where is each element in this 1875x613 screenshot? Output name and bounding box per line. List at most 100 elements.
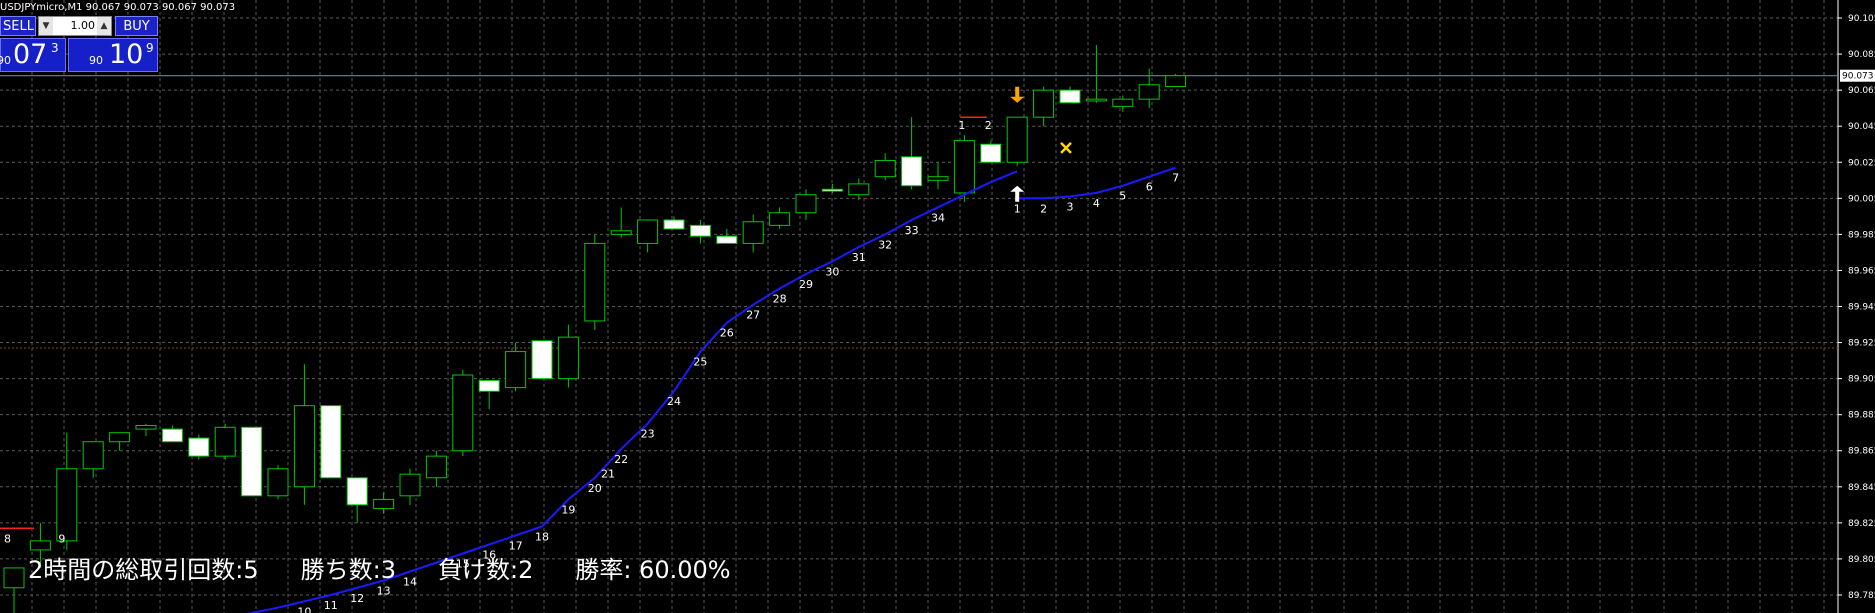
- y-tick-label: 89.865: [1848, 447, 1875, 457]
- candle-bearish: [188, 437, 210, 457]
- y-tick-label: 90.065: [1848, 86, 1875, 96]
- candle-bullish: [953, 140, 975, 194]
- y-tick-label: 90.005: [1848, 194, 1875, 204]
- lot-increase-icon[interactable]: ▲: [97, 17, 111, 35]
- sell-price-big: 07: [13, 39, 48, 70]
- stats-winrate: 勝率: 60.00%: [575, 556, 731, 584]
- ma-count-label: 19: [561, 503, 575, 516]
- lot-size-field[interactable]: ▼ 1.00 ▲: [38, 16, 112, 36]
- y-tick-label: 89.925: [1848, 339, 1875, 349]
- ma-count-label: 24: [667, 395, 681, 408]
- close-cross-icon: [1060, 141, 1072, 154]
- candle-bullish: [1165, 75, 1187, 88]
- candle-bullish: [399, 473, 421, 497]
- y-tick-label: 89.965: [1848, 266, 1875, 276]
- candle-bullish: [135, 424, 157, 430]
- ma-count-label: 26: [720, 327, 734, 340]
- ma-count-label: 27: [746, 309, 760, 322]
- candle-bullish: [610, 230, 632, 235]
- candle-bullish: [29, 540, 51, 551]
- up-arrow-icon: [1010, 185, 1025, 202]
- candle-bullish: [557, 336, 579, 380]
- candle-bearish: [241, 426, 263, 497]
- candle-bearish: [161, 428, 183, 443]
- ma-count-label: 34: [931, 211, 945, 224]
- candle-bullish: [214, 426, 236, 457]
- ma-count-label: 22: [614, 453, 628, 466]
- y-tick-label: 90.025: [1848, 158, 1875, 168]
- candle-bearish: [689, 224, 711, 237]
- left-count-label: 9: [58, 532, 65, 545]
- ma-count-label: 10: [297, 605, 311, 613]
- current-price-label: 90.073: [1842, 72, 1874, 82]
- candle-bearish: [320, 405, 342, 479]
- left-count-label: 8: [4, 532, 11, 545]
- buy-price-sup: 9: [146, 41, 154, 55]
- ma-count-label: 32: [878, 238, 892, 251]
- stats-losses: 負け数:2: [437, 556, 534, 584]
- candle-bullish: [1006, 116, 1028, 163]
- candle-bullish: [584, 242, 606, 322]
- ma-count-label: 11: [324, 599, 338, 612]
- ma2-count-label: 5: [1119, 190, 1126, 203]
- ma2-count-label: 7: [1172, 172, 1179, 185]
- y-tick-label: 89.905: [1848, 375, 1875, 385]
- ma2-count-label: 3: [1067, 201, 1074, 214]
- candle-bullish: [82, 441, 104, 470]
- candle-bullish: [637, 219, 659, 244]
- candle-bullish: [927, 176, 949, 181]
- sell-price-box[interactable]: 90 07 3: [0, 38, 66, 72]
- candle-bearish: [663, 219, 685, 230]
- buy-price-prefix: 90: [89, 54, 103, 67]
- down-arrow-icon: [1010, 86, 1025, 103]
- trade-stats: 2時間の総取引回数:5 勝ち数:3 負け数:2 勝率: 60.00%: [28, 550, 773, 585]
- candle-bearish: [531, 340, 553, 380]
- ma2-count-label: 6: [1146, 181, 1153, 194]
- y-tick-label: 89.825: [1848, 519, 1875, 529]
- ma2-count-label: 4: [1093, 197, 1100, 210]
- lot-decrease-icon[interactable]: ▼: [39, 17, 53, 35]
- candle-bullish: [505, 351, 527, 389]
- ma-count-label: 23: [641, 428, 655, 441]
- buy-price-box[interactable]: 90 10 9: [68, 38, 158, 72]
- lot-value[interactable]: 1.00: [55, 17, 96, 35]
- ma-count-label: 29: [799, 278, 813, 291]
- ma-count-label: 12: [350, 592, 364, 605]
- y-tick-label: 89.985: [1848, 230, 1875, 240]
- candle-bullish: [56, 468, 78, 542]
- stats-wins: 勝ち数:3: [300, 556, 396, 584]
- candle-bullish: [874, 159, 896, 178]
- y-tick-label: 90.105: [1848, 14, 1875, 24]
- ma-count-label: 21: [601, 467, 615, 480]
- ma-count-label: 20: [588, 482, 602, 495]
- candle-bullish: [3, 567, 25, 589]
- candle-bullish: [795, 194, 817, 214]
- buy-price-big: 10: [109, 39, 144, 70]
- one-click-trading-panel: SELL ▼ 1.00 ▲ BUY 90 07 3 90 10 9: [0, 16, 158, 73]
- ma-count-label: 30: [825, 265, 839, 278]
- price-chart[interactable]: 90.105 90.085 90.065 90.045 90.025 90.005 89.9…: [0, 0, 1875, 613]
- candle-bullish: [742, 221, 764, 244]
- candle-bullish: [452, 374, 474, 452]
- candle-bearish: [1059, 89, 1081, 104]
- ma-count-label: 13: [377, 585, 391, 598]
- sell-button[interactable]: SELL: [0, 16, 36, 36]
- ma-count-label: 33: [905, 224, 919, 237]
- candle-bearish: [901, 156, 923, 187]
- candle-bearish: [346, 477, 368, 506]
- y-tick-label: 89.845: [1848, 483, 1875, 493]
- stats-total: 2時間の総取引回数:5: [28, 556, 259, 584]
- ma-count-label: 28: [773, 292, 787, 305]
- segment-count-label: 1: [958, 119, 965, 132]
- candle-bullish: [1085, 98, 1107, 102]
- y-tick-label: 89.785: [1848, 591, 1875, 601]
- buy-button[interactable]: BUY: [115, 16, 158, 36]
- candle-bullish: [848, 183, 870, 196]
- candle-bullish: [267, 468, 289, 497]
- candle-bullish: [425, 455, 447, 479]
- ma-count-label: 31: [852, 251, 866, 264]
- candle-bearish: [821, 188, 843, 192]
- candle-bullish: [1112, 98, 1134, 107]
- candle-bullish: [293, 405, 315, 488]
- y-tick-label: 89.945: [1848, 303, 1875, 313]
